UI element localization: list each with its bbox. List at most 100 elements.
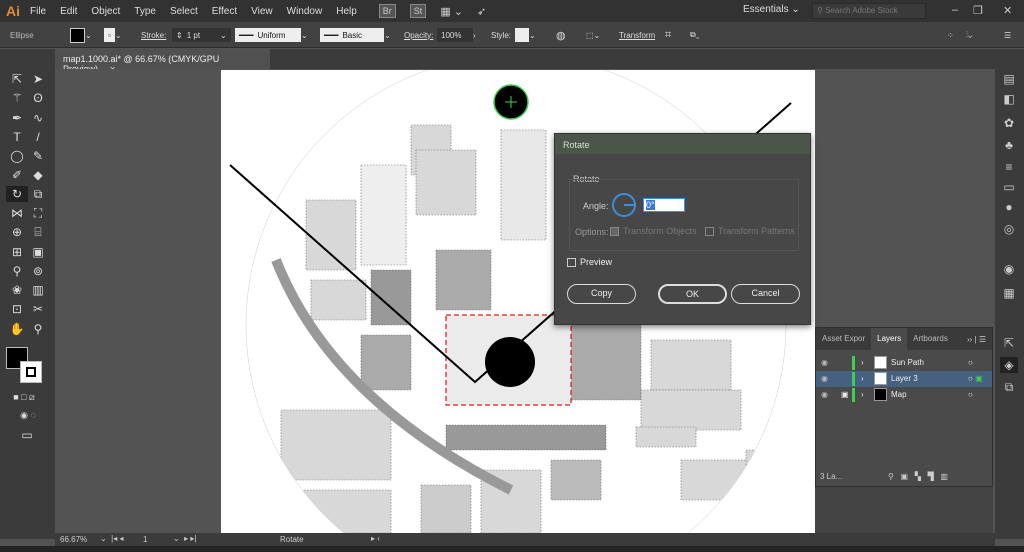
selection-tool-icon[interactable]: ⇱: [8, 71, 26, 87]
visibility-icon[interactable]: ◉: [821, 371, 828, 387]
menu-effect[interactable]: Effect: [212, 6, 237, 17]
menu-file[interactable]: File: [30, 6, 46, 17]
paintbrush-icon[interactable]: ✎: [29, 148, 47, 164]
opacity-label[interactable]: Opacity:: [404, 27, 433, 43]
symbols-icon[interactable]: ♣: [1000, 137, 1018, 153]
zoom-tool-icon[interactable]: ⚲: [29, 321, 47, 337]
select-similar-icon[interactable]: ⧉⌄: [690, 27, 700, 43]
type-tool-icon[interactable]: T: [8, 129, 26, 145]
menu-select[interactable]: Select: [170, 6, 198, 17]
artboard-number[interactable]: 1: [143, 535, 147, 544]
target-icon[interactable]: ○ ▣: [968, 371, 983, 387]
shape-builder-icon[interactable]: ⊕: [8, 224, 26, 240]
minimize-button[interactable]: –: [952, 4, 958, 16]
visibility-icon[interactable]: ◉: [821, 355, 828, 371]
graph-tool-icon[interactable]: ▥: [29, 282, 47, 298]
gradient-tool-icon[interactable]: ▣: [29, 244, 47, 260]
transform-patterns-checkbox[interactable]: Transform Patterns: [705, 226, 795, 237]
opacity-input[interactable]: 100% ›: [437, 27, 476, 43]
layer-actions-icons[interactable]: ⚲ ▣ ▚ ▜ ▥: [888, 472, 948, 482]
menu-window[interactable]: Window: [287, 6, 323, 17]
symbol-sprayer-icon[interactable]: ❀: [8, 282, 26, 298]
perspective-grid-icon[interactable]: ⌸: [29, 224, 47, 240]
target-icon[interactable]: ○: [968, 387, 973, 403]
zoom-level[interactable]: 66.67%: [60, 535, 87, 544]
artboard-nav-icons[interactable]: ⌄ ▸ ▸|: [173, 534, 196, 544]
stroke-icon[interactable]: ≡: [1000, 159, 1018, 175]
lock-icon[interactable]: ▣: [841, 387, 849, 403]
draw-mode-icon[interactable]: ◉ ◌: [10, 407, 46, 423]
width-tool-icon[interactable]: ⋈: [8, 205, 26, 221]
ok-button[interactable]: OK: [658, 284, 727, 304]
angle-dial[interactable]: [612, 193, 636, 217]
transform-button[interactable]: Transform: [619, 27, 655, 43]
curvature-tool-icon[interactable]: ∿: [29, 110, 47, 126]
brush-definition[interactable]: ━━━ Basic ⌄: [320, 27, 391, 43]
rotate-tool-icon[interactable]: ↻: [6, 186, 28, 202]
document-tab[interactable]: map1.1000.ai* @ 66.67% (CMYK/GPU Preview…: [55, 49, 270, 74]
eraser-icon[interactable]: ◆: [29, 167, 47, 183]
lasso-icon[interactable]: ʘ: [29, 90, 47, 106]
stroke-weight-input[interactable]: ⇕ 1 pt ⌄: [172, 27, 231, 43]
expand-icon[interactable]: ›: [861, 371, 864, 387]
properties-icon[interactable]: ▤: [1000, 71, 1018, 87]
tab-artboards[interactable]: Artboards: [907, 328, 954, 350]
gradient-icon[interactable]: ▭: [1000, 179, 1018, 195]
transform-objects-checkbox[interactable]: Transform Objects: [610, 226, 697, 237]
align-icon[interactable]: ⬚⌄: [586, 27, 600, 43]
brushes-icon[interactable]: ✿: [1000, 115, 1018, 131]
blend-tool-icon[interactable]: ⊚: [29, 263, 47, 279]
bridge-button[interactable]: Br: [378, 4, 396, 18]
gpu-rocket-icon[interactable]: ➶: [477, 5, 486, 18]
expand-icon[interactable]: ›: [861, 355, 864, 371]
eyedropper-icon[interactable]: ⚲: [8, 263, 26, 279]
tab-asset-export[interactable]: Asset Expor: [816, 328, 871, 350]
hand-tool-icon[interactable]: ✋: [8, 321, 26, 337]
cancel-button[interactable]: Cancel: [731, 284, 800, 304]
menu-icon[interactable]: ☰: [1004, 27, 1011, 43]
stroke-label[interactable]: Stroke:: [141, 27, 166, 43]
tab-layers[interactable]: Layers: [871, 328, 908, 350]
layers-icon[interactable]: ◈: [1000, 357, 1018, 373]
expand-icon[interactable]: ›: [861, 387, 864, 403]
variable-width-profile[interactable]: ━━━ Uniform ⌄: [235, 27, 308, 43]
zoom-dropdown-icon[interactable]: ⌄ |◂ ◂: [100, 534, 123, 544]
stock-search-input[interactable]: ⚲ Search Adobe Stock: [812, 3, 926, 19]
direct-selection-tool-icon[interactable]: ➤: [29, 71, 47, 87]
copy-button[interactable]: Copy: [567, 284, 636, 304]
layer-row[interactable]: ◉ › Sun Path ○: [816, 355, 992, 371]
menu-view[interactable]: View: [251, 6, 273, 17]
transparency-icon[interactable]: ●: [1000, 199, 1018, 215]
visibility-icon[interactable]: ◉: [821, 387, 828, 403]
screen-mode-icon[interactable]: ▭: [18, 427, 36, 443]
slice-tool-icon[interactable]: ✂: [29, 301, 47, 317]
arrange-documents-icon[interactable]: ▦ ⌄: [440, 5, 463, 18]
export-icon[interactable]: ⇱: [1000, 335, 1018, 351]
panel-menu-icon[interactable]: ›› | ☰: [967, 335, 992, 344]
scale-tool-icon[interactable]: ⧉: [29, 186, 47, 202]
appearance-icon[interactable]: ◎: [1000, 221, 1018, 237]
appearance-icon-2[interactable]: ◉: [1000, 261, 1018, 277]
isolate-icon[interactable]: ⌗: [665, 27, 671, 43]
layer-row-selected[interactable]: ◉ › Layer 3 ○ ▣: [816, 371, 992, 387]
menu-object[interactable]: Object: [91, 6, 120, 17]
arrange-icon[interactable]: ⁘: [947, 27, 954, 43]
panel-icon[interactable]: ⫶⌄: [966, 27, 972, 43]
workspace-switcher[interactable]: Essentials ⌄: [743, 4, 800, 15]
artboards-icon[interactable]: ⧉: [1000, 379, 1018, 395]
menu-edit[interactable]: Edit: [60, 6, 77, 17]
color-mode-icon[interactable]: ■ □ ⧄: [4, 389, 44, 405]
fill-swatch[interactable]: ⌄: [70, 27, 92, 43]
menu-type[interactable]: Type: [134, 6, 156, 17]
angle-input[interactable]: 0°: [643, 198, 685, 212]
mesh-tool-icon[interactable]: ⊞: [8, 244, 26, 260]
line-tool-icon[interactable]: /: [29, 129, 47, 145]
style-swatch[interactable]: ⌄: [515, 27, 536, 43]
shaper-tool-icon[interactable]: ✐: [8, 167, 26, 183]
recolor-icon[interactable]: ◍: [556, 27, 566, 43]
free-transform-icon[interactable]: ⛶: [29, 205, 47, 221]
restore-button[interactable]: ❐: [973, 4, 983, 17]
status-arrows[interactable]: ▸ ‹: [371, 534, 380, 544]
artboard-tool-icon[interactable]: ⊡: [8, 301, 26, 317]
graphic-styles-icon[interactable]: ▦: [1000, 285, 1018, 301]
